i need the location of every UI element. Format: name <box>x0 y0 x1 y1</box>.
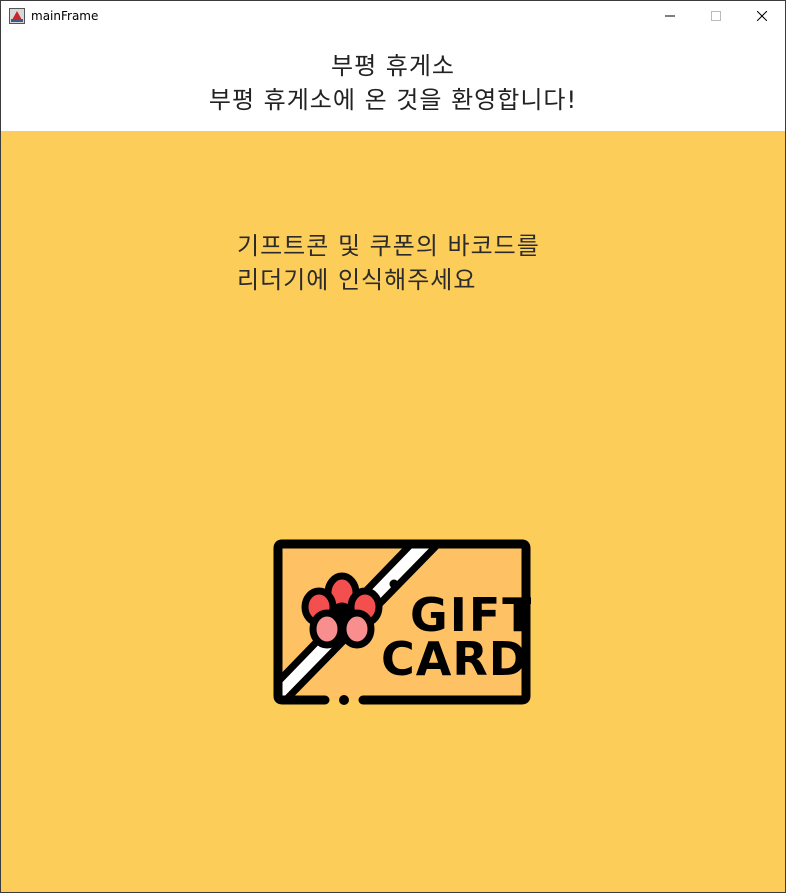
page-title: 부평 휴게소 <box>330 52 456 80</box>
scan-instruction: 기프트콘 및 쿠폰의 바코드를 리더기에 인식해주세요 <box>237 229 540 297</box>
card-dot-bottom <box>339 695 349 705</box>
app-window: mainFrame 부평 휴게소 부평 휴게소에 온 것을 환영합니다! 기프트… <box>0 0 786 893</box>
close-button[interactable] <box>739 1 785 31</box>
maximize-icon <box>711 11 721 21</box>
window-title: mainFrame <box>31 9 99 23</box>
minimize-icon <box>665 15 675 17</box>
card-dot-ribbon <box>389 579 399 589</box>
instruction-line-1: 기프트콘 및 쿠폰의 바코드를 <box>237 232 540 260</box>
header-panel: 부평 휴게소 부평 휴게소에 온 것을 환영합니다! <box>1 31 785 131</box>
minimize-button[interactable] <box>647 1 693 31</box>
gift-card-text-card: CARD <box>381 632 528 686</box>
instruction-line-2: 리더기에 인식해주세요 <box>237 266 477 294</box>
close-icon <box>757 11 767 21</box>
gift-card-icon: GIFT CARD <box>273 539 531 705</box>
main-panel: 기프트콘 및 쿠폰의 바코드를 리더기에 인식해주세요 GIFT CARD <box>1 131 785 892</box>
welcome-message: 부평 휴게소에 온 것을 환영합니다! <box>208 86 578 114</box>
maximize-button[interactable] <box>693 1 739 31</box>
title-bar[interactable]: mainFrame <box>1 1 785 31</box>
java-app-icon <box>9 8 25 24</box>
